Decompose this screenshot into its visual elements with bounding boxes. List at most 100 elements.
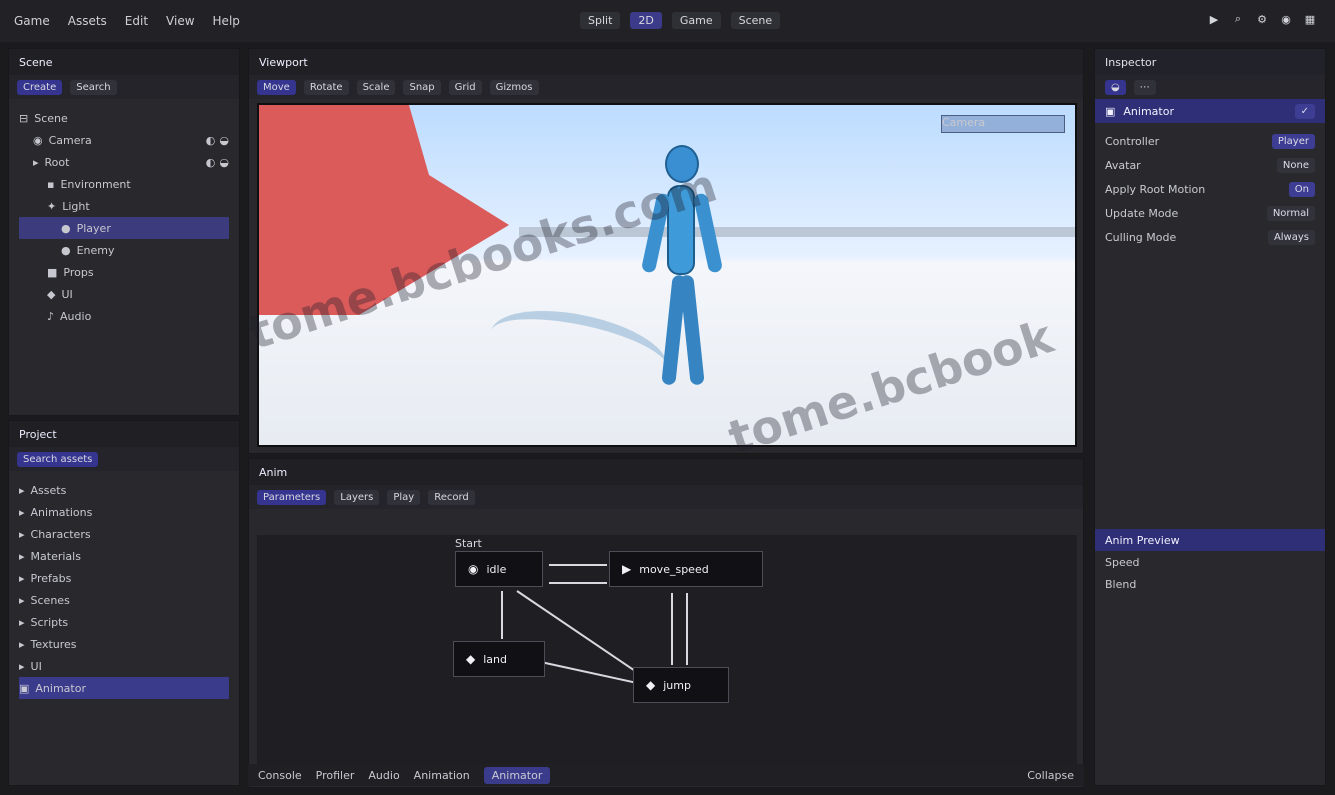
preview-row[interactable]: Speed: [1095, 551, 1325, 573]
create-button[interactable]: Create: [17, 79, 63, 95]
game-toggle[interactable]: Game: [671, 12, 721, 29]
state-icon: ◉: [468, 562, 479, 576]
field-value[interactable]: Player: [1271, 133, 1315, 149]
visibility-icon[interactable]: ◐: [206, 156, 216, 169]
hierarchy-row-audio[interactable]: ♪ Audio: [19, 305, 229, 327]
inspector-toolbar: ◒ ⋯: [1095, 75, 1325, 99]
state-graph[interactable]: Start ◉ idle ▶ move_speed ◆ land ◆ jump: [257, 535, 1077, 777]
inspector-title-bar: Inspector: [1095, 49, 1325, 75]
scene-viewport[interactable]: Camera: [257, 103, 1077, 447]
field-culling-mode[interactable]: Culling Mode Always: [1095, 225, 1325, 249]
scale-tool[interactable]: Scale: [356, 79, 396, 95]
status-tab-animation[interactable]: Animation: [414, 769, 470, 782]
camera-icon[interactable]: ◉: [1279, 12, 1293, 26]
hierarchy-row-environment[interactable]: ▪ Environment: [19, 173, 229, 195]
project-row[interactable]: ▸ Scripts: [19, 611, 229, 633]
component-toggle[interactable]: ✓: [1294, 103, 1315, 119]
project-tab[interactable]: Project: [9, 421, 239, 447]
search-button[interactable]: Search: [70, 79, 117, 95]
hierarchy-row-props[interactable]: ■ Props: [19, 261, 229, 283]
hierarchy-row-scene[interactable]: ⊟ Scene: [19, 107, 229, 129]
project-row-label: Materials: [30, 549, 81, 563]
move-tool[interactable]: Move: [257, 79, 296, 95]
lock-icon[interactable]: ◒: [219, 134, 229, 147]
field-value[interactable]: Normal: [1266, 205, 1315, 221]
animator-tab[interactable]: Anim: [249, 459, 1083, 485]
state-idle[interactable]: ◉ idle: [455, 551, 543, 587]
menu-edit[interactable]: Edit: [125, 14, 148, 28]
status-tab-audio[interactable]: Audio: [368, 769, 399, 782]
hierarchy-row-ui[interactable]: ◆ UI: [19, 283, 229, 305]
parameters-tab[interactable]: Parameters: [257, 489, 327, 505]
hierarchy-toolbar: Create Search: [9, 75, 239, 99]
preview-row[interactable]: Blend: [1095, 573, 1325, 595]
visibility-icon[interactable]: ◐: [206, 134, 216, 147]
collapse-button[interactable]: Collapse: [1027, 769, 1074, 782]
menu-assets[interactable]: Assets: [68, 14, 107, 28]
red-object: [259, 105, 509, 315]
project-row[interactable]: ▸ Materials: [19, 545, 229, 567]
field-avatar[interactable]: Avatar None: [1095, 153, 1325, 177]
status-tab-profiler[interactable]: Profiler: [316, 769, 355, 782]
play-button[interactable]: Play: [387, 489, 421, 505]
animator-title: Anim: [259, 465, 288, 479]
status-tab-animator[interactable]: Animator: [483, 766, 551, 784]
layout-icon[interactable]: ▦: [1303, 12, 1317, 26]
hierarchy-row-root[interactable]: ▸ Root ◐ ◒: [19, 151, 229, 173]
layers-tab[interactable]: Layers: [334, 489, 380, 505]
mode-2d[interactable]: 2D: [630, 12, 662, 29]
project-row[interactable]: ▸ Assets: [19, 479, 229, 501]
project-row[interactable]: ▸ UI: [19, 655, 229, 677]
menu-view[interactable]: View: [166, 14, 194, 28]
inspector-title: Inspector: [1105, 55, 1157, 69]
character-arm-right: [692, 192, 724, 274]
playback-icon[interactable]: ▶: [1207, 12, 1221, 26]
hierarchy-row-enemy[interactable]: ● Enemy: [19, 239, 229, 261]
project-row[interactable]: ▸ Characters: [19, 523, 229, 545]
scene-tab[interactable]: Viewport: [249, 49, 1083, 75]
record-button[interactable]: Record: [428, 489, 475, 505]
scene-toggle[interactable]: Scene: [730, 12, 781, 29]
character-model[interactable]: [640, 145, 724, 415]
state-land[interactable]: ◆ land: [453, 641, 545, 677]
lock-button[interactable]: ◒: [1105, 79, 1126, 95]
search-icon[interactable]: ⌕: [1231, 12, 1245, 26]
project-row[interactable]: ▸ Prefabs: [19, 567, 229, 589]
field-value[interactable]: Always: [1267, 229, 1315, 245]
grid-toggle[interactable]: Grid: [448, 79, 482, 95]
state-icon: ◆: [646, 678, 656, 692]
state-move-speed[interactable]: ▶ move_speed: [609, 551, 763, 587]
search-field[interactable]: Search assets: [17, 451, 99, 467]
field-update-mode[interactable]: Update Mode Normal: [1095, 201, 1325, 225]
hierarchy-row-light[interactable]: ✦ Light: [19, 195, 229, 217]
character-leg-right: [679, 274, 705, 386]
gear-icon[interactable]: ⚙: [1255, 12, 1269, 26]
hierarchy-row-camera[interactable]: ◉ Camera ◐ ◒: [19, 129, 229, 151]
project-row[interactable]: ▸ Textures: [19, 633, 229, 655]
project-row[interactable]: ▸ Scenes: [19, 589, 229, 611]
field-controller[interactable]: Controller Player: [1095, 129, 1325, 153]
project-row[interactable]: ▸ Animations: [19, 501, 229, 523]
field-root-motion[interactable]: Apply Root Motion On: [1095, 177, 1325, 201]
menu-game[interactable]: Game: [14, 14, 50, 28]
preview-label: Blend: [1105, 577, 1137, 591]
lock-icon[interactable]: ◒: [219, 156, 229, 169]
rotate-tool[interactable]: Rotate: [303, 79, 349, 95]
scene-toolbar: Move Rotate Scale Snap Grid Gizmos: [249, 75, 1083, 99]
hierarchy-row-player[interactable]: ● Player: [19, 217, 229, 239]
field-label: Avatar: [1105, 158, 1141, 172]
preview-header[interactable]: Anim Preview: [1095, 529, 1325, 551]
field-value[interactable]: On: [1288, 181, 1315, 197]
state-jump[interactable]: ◆ jump: [633, 667, 729, 703]
camera-overlay[interactable]: Camera: [941, 115, 1065, 133]
hierarchy-tab[interactable]: Scene: [9, 49, 239, 75]
menu-help[interactable]: Help: [213, 14, 240, 28]
snap-toggle[interactable]: Snap: [403, 79, 441, 95]
field-value[interactable]: None: [1276, 157, 1315, 173]
gizmos-toggle[interactable]: Gizmos: [489, 79, 539, 95]
status-tab-console[interactable]: Console: [258, 769, 302, 782]
debug-button[interactable]: ⋯: [1133, 79, 1156, 95]
component-header[interactable]: ▣ Animator ✓: [1095, 99, 1325, 123]
project-row-selected[interactable]: ▣ Animator: [19, 677, 229, 699]
split-toggle[interactable]: Split: [580, 12, 621, 29]
